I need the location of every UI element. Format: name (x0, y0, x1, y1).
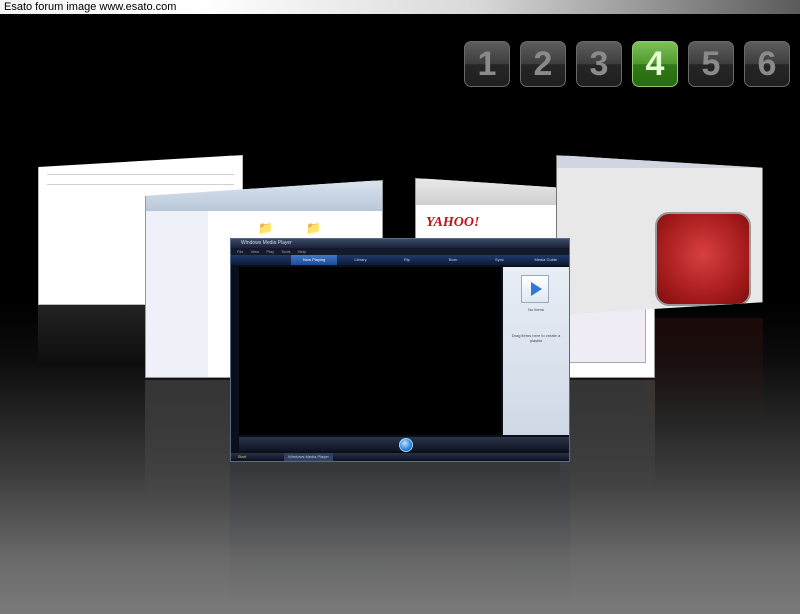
playback-controls (239, 437, 569, 452)
window-reflection (38, 305, 148, 365)
top-bar (557, 156, 762, 168)
menu-view[interactable]: View (251, 249, 260, 254)
media-player-menu: File View Play Tools Help (231, 248, 569, 255)
desktop-window-thumbnail[interactable] (556, 155, 763, 315)
taskbar: Start Windows Media Player (231, 453, 569, 461)
taskbar-item-media-player[interactable]: Windows Media Player (284, 453, 333, 461)
explorer-task-pane (146, 211, 208, 377)
menu-tools[interactable]: Tools (281, 249, 290, 254)
media-player-title: Windows Media Player (231, 239, 569, 248)
start-button[interactable]: Start (231, 453, 253, 461)
yahoo-logo: YAHOO! (426, 215, 480, 230)
tab-now-playing[interactable]: Now Playing (291, 255, 338, 265)
media-player-tabs: Now Playing Library Rip Burn Sync Media … (231, 255, 569, 265)
caption-bar: Esato forum image www.esato.com (0, 0, 800, 14)
play-icon (521, 275, 549, 303)
tab-rip[interactable]: Rip (384, 255, 430, 265)
window-reflection (645, 318, 763, 428)
desktop-2-button[interactable]: 2 (520, 41, 566, 87)
tab-library[interactable]: Library (337, 255, 383, 265)
desktop-3-button[interactable]: 3 (576, 41, 622, 87)
menu-help[interactable]: Help (298, 249, 306, 254)
desktop-1-button[interactable]: 1 (464, 41, 510, 87)
play-button[interactable] (399, 438, 413, 452)
window-reflection (560, 380, 655, 490)
folder-icon: 📁 (258, 221, 273, 235)
video-area[interactable] (239, 267, 501, 435)
desktop-4-button[interactable]: 4 (632, 41, 678, 87)
media-player-reflection (230, 465, 570, 605)
media-app-skin (655, 212, 751, 306)
caption-text: Esato forum image www.esato.com (4, 1, 177, 13)
menu-file[interactable]: File (237, 249, 243, 254)
playlist-pane: No items Drag items here to create a pla… (503, 267, 569, 435)
menu-play[interactable]: Play (266, 249, 274, 254)
desktop-5-button[interactable]: 5 (688, 41, 734, 87)
window-reflection (145, 380, 230, 500)
tab-sync[interactable]: Sync (476, 255, 522, 265)
folder-icon: 📁 (306, 221, 321, 235)
back-forward-icon[interactable] (231, 255, 291, 265)
tab-burn[interactable]: Burn (430, 255, 476, 265)
pane-header: No items (528, 307, 544, 312)
pane-hint: Drag items here to create a playlist (511, 333, 561, 343)
desktop-6-button[interactable]: 6 (744, 41, 790, 87)
tab-media-guide[interactable]: Media Guide (523, 255, 569, 265)
media-player-window[interactable]: Windows Media Player File View Play Tool… (230, 238, 570, 462)
